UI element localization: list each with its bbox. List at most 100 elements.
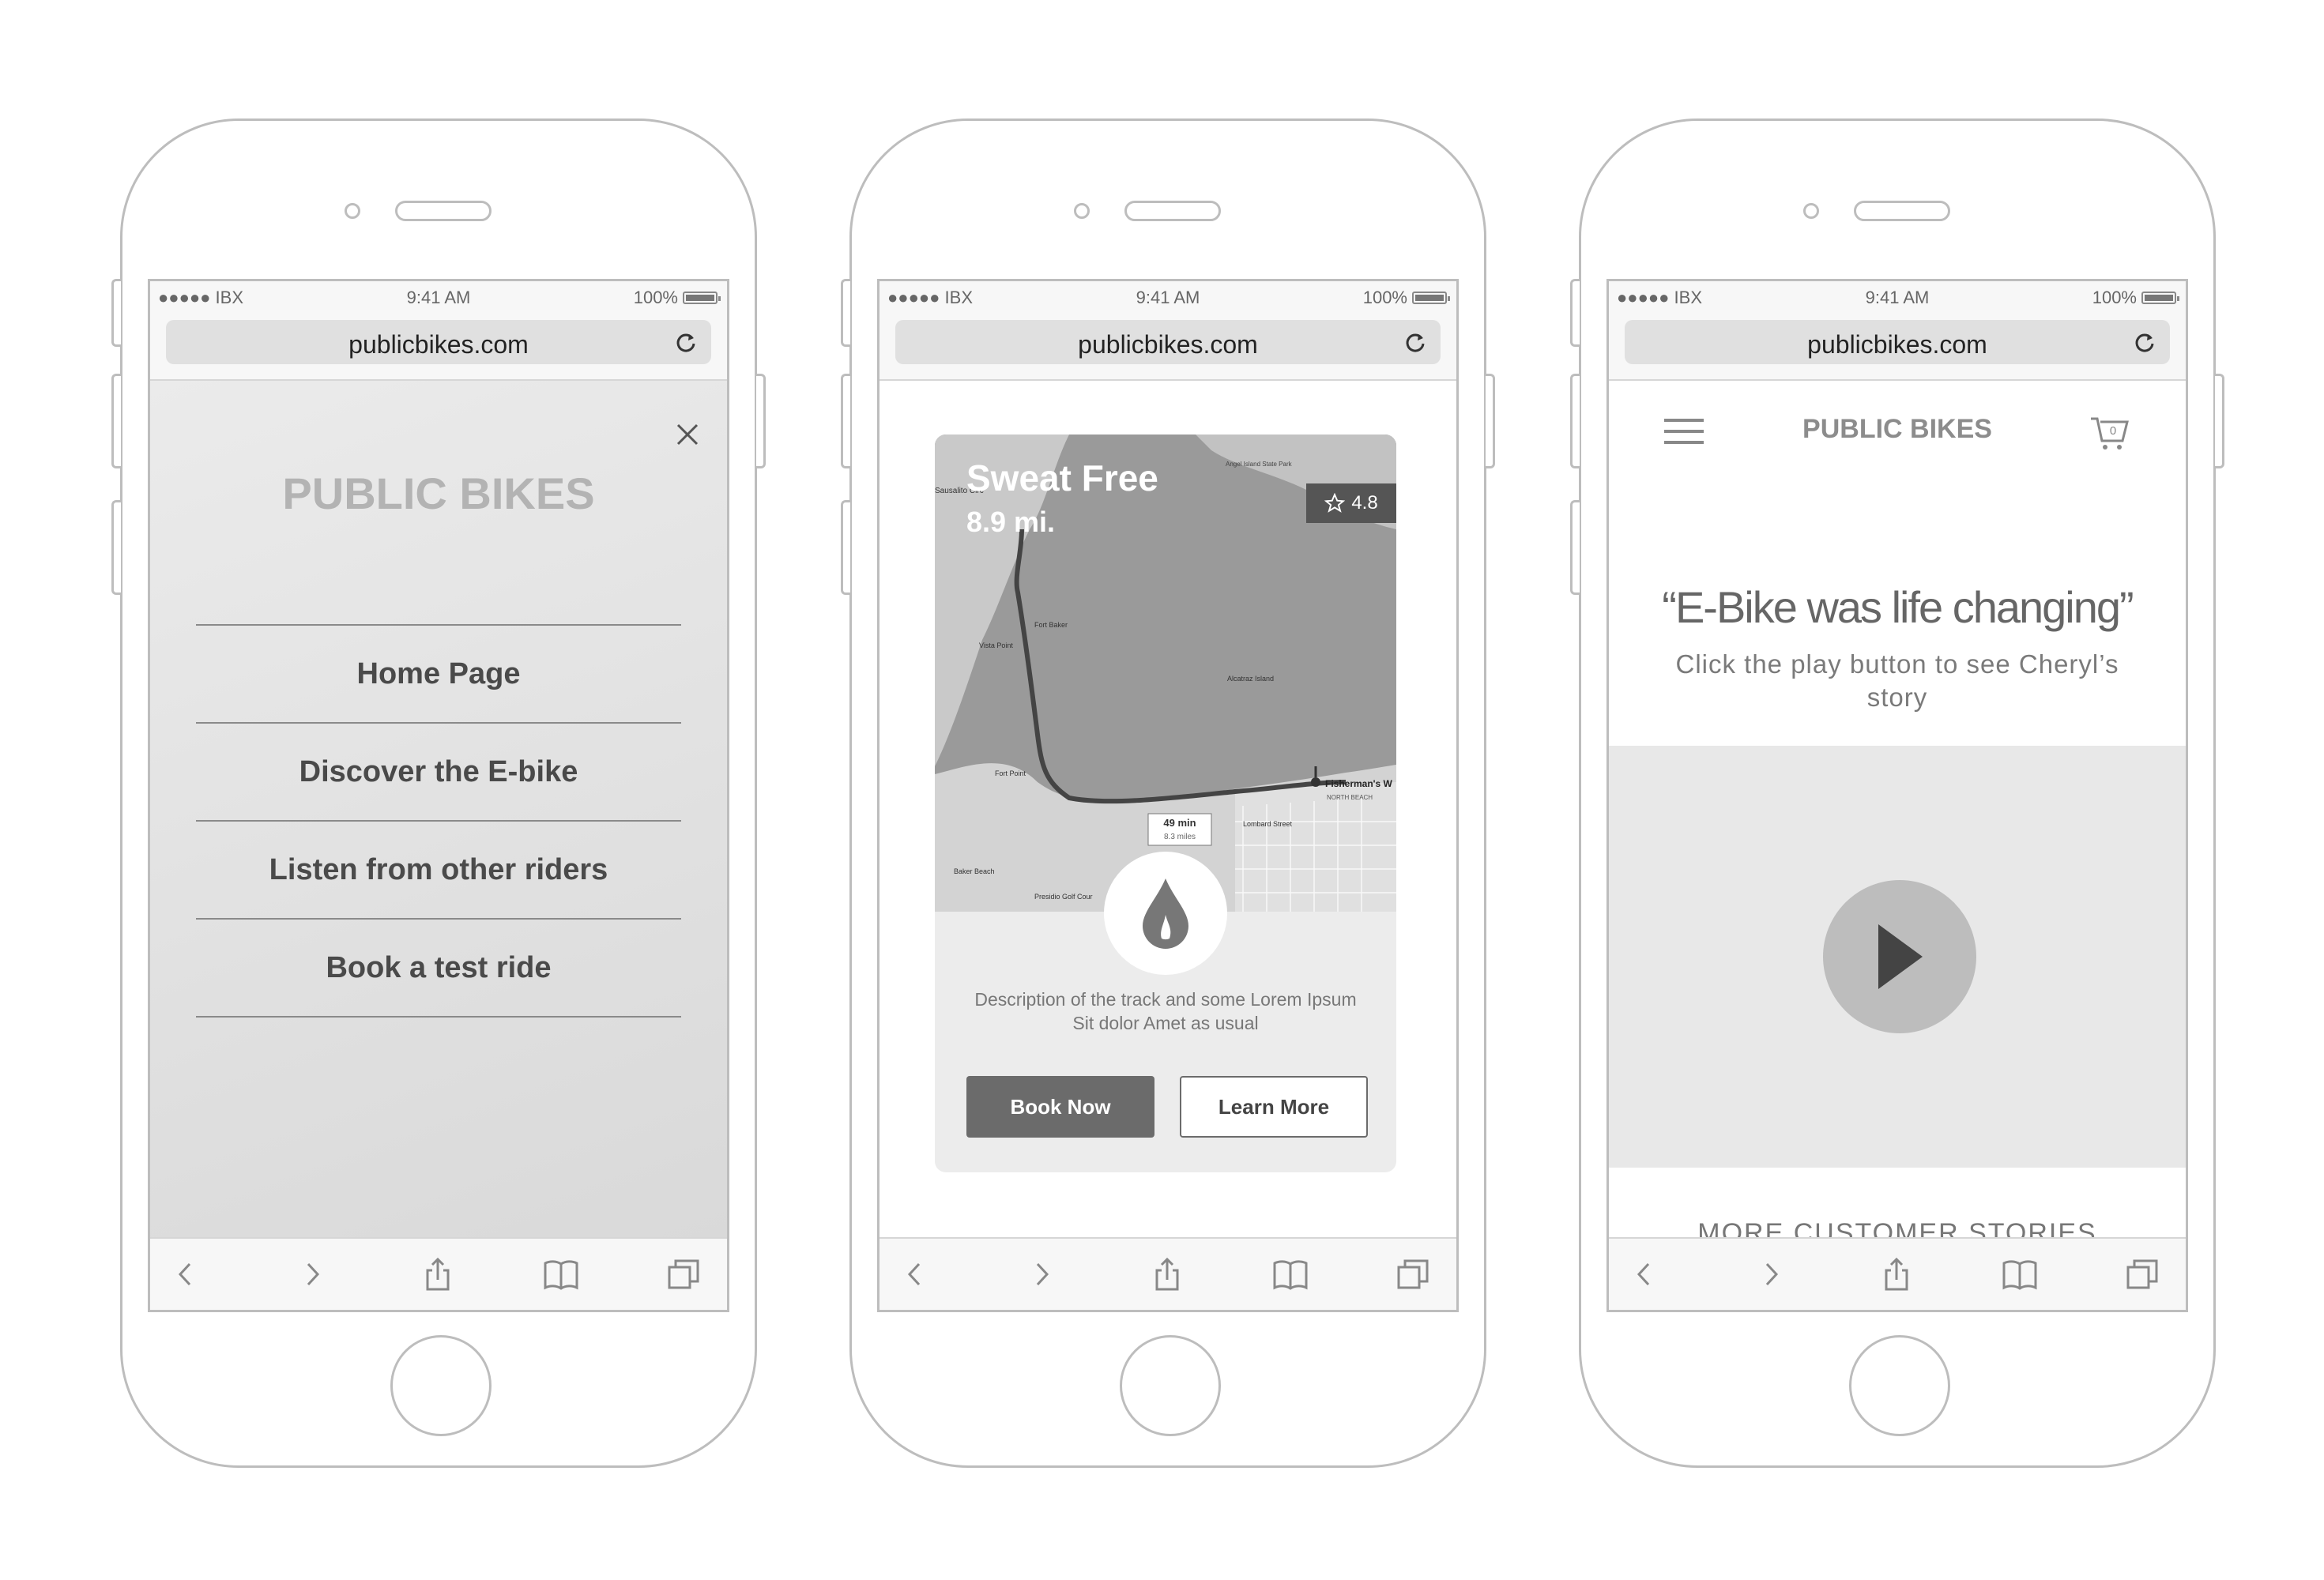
- map-label-north-beach: NORTH BEACH: [1327, 794, 1373, 801]
- cart-icon: 0: [2091, 417, 2129, 450]
- volume-up-button: [111, 374, 121, 468]
- cart-count: 0: [2110, 424, 2116, 438]
- back-icon[interactable]: [897, 1256, 933, 1292]
- tabs-icon[interactable]: [666, 1256, 702, 1292]
- play-icon: [1878, 924, 1923, 989]
- map-badge-distance: 8.3 miles: [1164, 833, 1196, 841]
- map-badge-time: 49 min: [1163, 817, 1196, 829]
- battery-icon: [2141, 292, 2179, 304]
- route-distance: 8.9 mi.: [966, 506, 1056, 538]
- front-camera: [345, 203, 360, 219]
- play-button[interactable]: [1823, 880, 1976, 1033]
- map-label-baker-beach: Baker Beach: [954, 867, 995, 875]
- reload-icon[interactable]: [2134, 331, 2157, 355]
- back-icon[interactable]: [1626, 1256, 1663, 1292]
- mute-switch: [1570, 279, 1580, 347]
- address-bar[interactable]: publicbikes.com: [1625, 320, 2170, 364]
- power-button: [756, 374, 766, 468]
- browser-header: publicbikes.com: [150, 313, 727, 381]
- water-drop-icon: [1143, 878, 1188, 949]
- earpiece-speaker: [1124, 201, 1221, 221]
- mute-switch: [841, 279, 850, 347]
- browser-header: publicbikes.com: [1609, 313, 2186, 381]
- home-button: [390, 1335, 492, 1436]
- drop-badge: [1104, 852, 1227, 975]
- tabs-icon[interactable]: [1396, 1256, 1432, 1292]
- browser-toolbar: [880, 1237, 1456, 1310]
- home-button: [1849, 1335, 1950, 1436]
- map-label-vista-point: Vista Point: [979, 641, 1013, 649]
- tabs-icon[interactable]: [2125, 1256, 2161, 1292]
- cart-button[interactable]: 0: [2089, 412, 2130, 453]
- front-camera: [1803, 203, 1819, 219]
- browser-header: publicbikes.com: [880, 313, 1456, 381]
- power-button: [1486, 374, 1495, 468]
- menu-overlay: PUBLIC BIKES Home Page Discover the E-bi…: [150, 381, 727, 1239]
- mute-switch: [111, 279, 121, 347]
- star-icon: [1324, 493, 1346, 513]
- url-text: publicbikes.com: [1807, 330, 1987, 359]
- map-label-angel-island: Angel Island State Park: [1226, 461, 1293, 468]
- address-bar[interactable]: publicbikes.com: [166, 320, 711, 364]
- book-now-button[interactable]: Book Now: [966, 1076, 1154, 1138]
- screen: ●●●●● IBX 9:41 AM 100% publicbikes.com P…: [148, 279, 729, 1312]
- volume-down-button: [111, 500, 121, 595]
- share-icon[interactable]: [1878, 1256, 1915, 1292]
- map-label-lombard: Lombard Street: [1243, 820, 1293, 828]
- url-text: publicbikes.com: [348, 330, 529, 359]
- map-label-presidio: Presidio Golf Cour: [1034, 893, 1093, 901]
- earpiece-speaker: [1854, 201, 1950, 221]
- battery-icon: [683, 292, 721, 304]
- phone-route-card: ●●●●● IBX 9:41 AM 100% publicbikes.com 4…: [841, 118, 1495, 1468]
- reload-icon[interactable]: [675, 331, 699, 355]
- forward-icon[interactable]: [294, 1256, 330, 1292]
- menu-item-discover[interactable]: Discover the E-bike: [196, 724, 681, 822]
- phone-story: ●●●●● IBX 9:41 AM 100% publicbikes.com P…: [1570, 118, 2224, 1468]
- back-icon[interactable]: [168, 1256, 204, 1292]
- map-label-alcatraz: Alcatraz Island: [1227, 675, 1274, 683]
- home-button: [1120, 1335, 1221, 1436]
- battery-status: 100%: [1362, 288, 1450, 308]
- battery-status: 100%: [2092, 288, 2179, 308]
- battery-icon: [1412, 292, 1450, 304]
- status-bar: ●●●●● IBX 9:41 AM 100%: [1609, 281, 2186, 313]
- battery-status: 100%: [633, 288, 721, 308]
- menu-item-book[interactable]: Book a test ride: [196, 920, 681, 1018]
- route-card[interactable]: 49 min 8.3 miles Fisherman's W Fort Bake…: [935, 434, 1396, 1172]
- url-text: publicbikes.com: [1078, 330, 1258, 359]
- volume-up-button: [841, 374, 850, 468]
- route-description: Description of the track and some Lorem …: [974, 989, 1357, 1033]
- share-icon[interactable]: [1149, 1256, 1185, 1292]
- phone-menu: ●●●●● IBX 9:41 AM 100% publicbikes.com P…: [111, 118, 766, 1468]
- map-label-fishermans: Fisherman's W: [1325, 778, 1393, 789]
- video-player[interactable]: [1609, 746, 2186, 1168]
- volume-down-button: [841, 500, 850, 595]
- map-label-fort-point: Fort Point: [995, 769, 1026, 777]
- screen: ●●●●● IBX 9:41 AM 100% publicbikes.com P…: [1606, 279, 2188, 1312]
- rating-value: 4.8: [1351, 492, 1378, 514]
- bookmarks-icon[interactable]: [1272, 1256, 1309, 1292]
- status-bar: ●●●●● IBX 9:41 AM 100%: [880, 281, 1456, 313]
- battery-percent: 100%: [2092, 288, 2137, 307]
- rating-badge: 4.8: [1306, 483, 1396, 523]
- forward-icon[interactable]: [1753, 1256, 1789, 1292]
- browser-toolbar: [1609, 1237, 2186, 1310]
- forward-icon[interactable]: [1023, 1256, 1060, 1292]
- battery-percent: 100%: [633, 288, 678, 307]
- route-title: Sweat Free: [966, 457, 1158, 498]
- menu-item-listen[interactable]: Listen from other riders: [196, 822, 681, 920]
- bookmarks-icon[interactable]: [543, 1256, 579, 1292]
- share-icon[interactable]: [420, 1256, 456, 1292]
- volume-down-button: [1570, 500, 1580, 595]
- menu-item-home[interactable]: Home Page: [196, 626, 681, 724]
- status-bar: ●●●●● IBX 9:41 AM 100%: [150, 281, 727, 313]
- close-icon[interactable]: [673, 420, 702, 449]
- testimonial-subtitle: Click the play button to see Cheryl’s st…: [1675, 649, 2119, 712]
- battery-percent: 100%: [1362, 288, 1407, 307]
- testimonial-quote: “E-Bike was life changing”: [1662, 582, 2134, 632]
- address-bar[interactable]: publicbikes.com: [895, 320, 1441, 364]
- learn-more-button[interactable]: Learn More: [1180, 1076, 1368, 1138]
- reload-icon[interactable]: [1404, 331, 1428, 355]
- bookmarks-icon[interactable]: [2002, 1256, 2038, 1292]
- menu-list: Home Page Discover the E-bike Listen fro…: [196, 624, 681, 1018]
